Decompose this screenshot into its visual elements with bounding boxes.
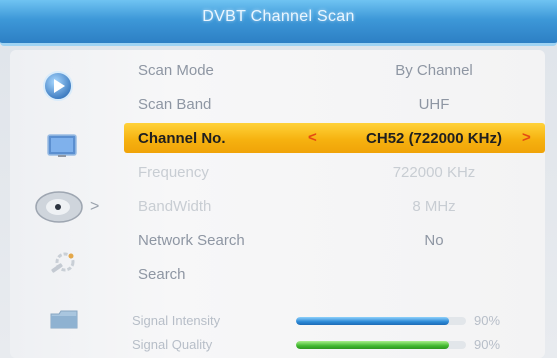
satellite-dish-icon[interactable]	[34, 190, 84, 224]
tv-icon[interactable]	[47, 134, 77, 158]
network-search-value: No	[424, 231, 444, 249]
search-row[interactable]: Search	[124, 259, 545, 289]
network-search-label: Network Search	[138, 231, 245, 249]
page-title: DVBT Channel Scan	[202, 8, 355, 25]
chevron-left-icon[interactable]: <	[308, 129, 317, 146]
tools-icon[interactable]	[47, 250, 79, 280]
search-button[interactable]: Search	[138, 266, 186, 283]
signal-quality-meter: Signal Quality 90%	[124, 334, 524, 356]
signal-intensity-fill	[296, 317, 449, 325]
frequency-value: 722000 KHz	[392, 163, 476, 181]
signal-quality-fill	[296, 341, 449, 349]
tv-screen: DVBT Channel Scan > Scan Mode By Channel…	[0, 0, 557, 358]
bandwidth-label: BandWidth	[138, 197, 212, 215]
scan-band-value: UHF	[418, 95, 450, 113]
bandwidth-value: 8 MHz	[412, 197, 456, 215]
scan-band-label: Scan Band	[138, 95, 212, 113]
title-bar: DVBT Channel Scan	[0, 0, 557, 46]
signal-quality-label: Signal Quality	[132, 337, 213, 352]
scan-mode-row[interactable]: Scan Mode By Channel	[124, 55, 545, 85]
scan-band-row[interactable]: Scan Band UHF	[124, 89, 545, 119]
chevron-right-icon: >	[90, 198, 100, 215]
chevron-right-icon[interactable]: >	[522, 129, 531, 146]
channel-no-row[interactable]: Channel No. < CH52 (722000 KHz) >	[124, 123, 545, 153]
signal-intensity-track	[296, 317, 466, 325]
scan-mode-label: Scan Mode	[138, 61, 214, 79]
frequency-label: Frequency	[138, 163, 209, 181]
sidebar: >	[12, 50, 112, 358]
channel-no-value: CH52 (722000 KHz)	[366, 129, 502, 147]
frequency-row: Frequency 722000 KHz	[124, 157, 545, 187]
signal-quality-percent: 90%	[474, 337, 501, 352]
signal-intensity-meter: Signal Intensity 90%	[124, 310, 524, 332]
signal-intensity-percent: 90%	[474, 313, 501, 328]
network-search-row[interactable]: Network Search No	[124, 225, 545, 255]
signal-quality-track	[296, 341, 466, 349]
bandwidth-row: BandWidth 8 MHz	[124, 191, 545, 221]
folder-icon[interactable]	[49, 308, 79, 330]
channel-no-label: Channel No.	[138, 129, 226, 147]
scan-mode-value: By Channel	[395, 61, 473, 79]
signal-intensity-label: Signal Intensity	[132, 313, 221, 328]
play-icon[interactable]	[42, 70, 74, 102]
